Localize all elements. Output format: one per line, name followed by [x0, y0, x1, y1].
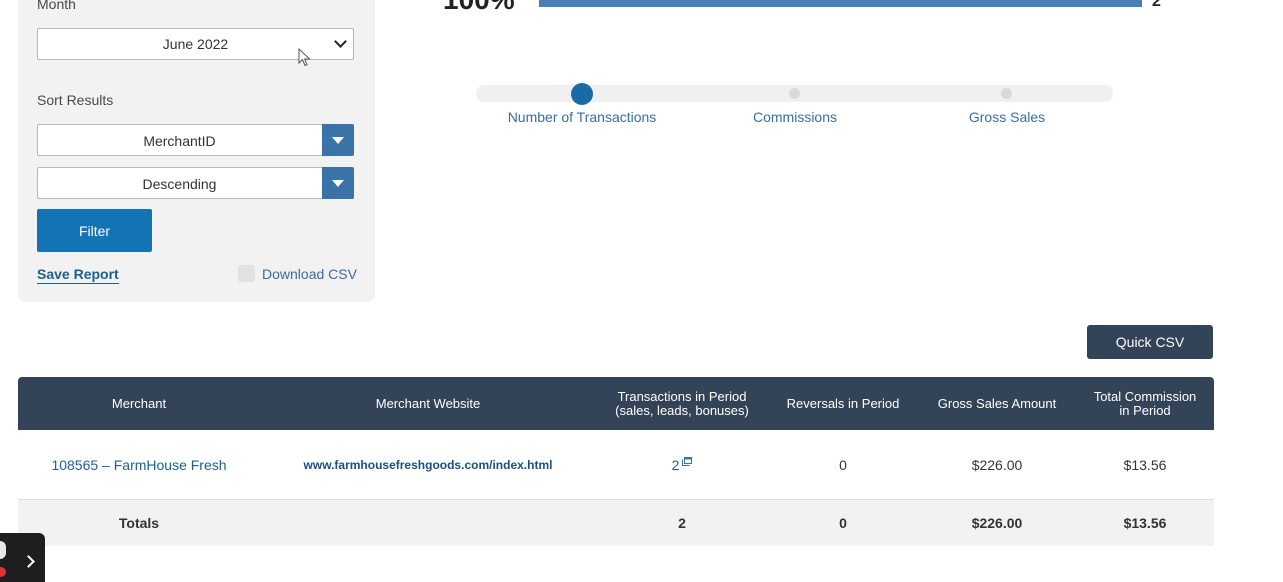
merchant-website-link[interactable]: www.farmhousefreshgoods.com/index.html	[304, 458, 553, 472]
slider-label-commissions[interactable]: Commissions	[695, 109, 895, 125]
col-header-commission[interactable]: Total Commission in Period	[1076, 377, 1214, 430]
notification-dot-icon	[0, 567, 6, 577]
sort-field-value: MerchantID	[143, 133, 216, 149]
sort-results-label: Sort Results	[37, 92, 114, 108]
merchant-report-table: Merchant Merchant Website Transactions i…	[18, 377, 1214, 546]
mouse-cursor-icon	[298, 48, 311, 67]
slider-stop-commissions[interactable]	[789, 88, 800, 99]
col-header-transactions-line1: Transactions in Period	[617, 388, 747, 404]
totals-reversals: 0	[839, 515, 847, 531]
open-window-icon[interactable]	[682, 457, 693, 466]
transactions-link[interactable]: 2	[672, 457, 680, 473]
col-header-transactions[interactable]: Transactions in Period (sales, leads, bon…	[596, 377, 768, 430]
totals-label: Totals	[118, 515, 160, 531]
col-header-reversals[interactable]: Reversals in Period	[768, 377, 918, 430]
summary-count: 2	[1152, 0, 1161, 10]
dropdown-arrow-icon[interactable]	[322, 124, 354, 156]
slider-stop-gross-sales[interactable]	[1001, 88, 1012, 99]
summary-percent: 100%	[443, 0, 515, 16]
col-header-commission-line1: Total Commission	[1093, 388, 1197, 404]
merchant-link[interactable]: 108565 – FarmHouse Fresh	[51, 457, 226, 473]
totals-row: Totals 2 0 $226.00 $13.56	[18, 500, 1214, 546]
totals-transactions: 2	[678, 515, 686, 531]
col-header-commission-line2: in Period	[1119, 402, 1171, 418]
sort-order-value: Descending	[142, 176, 217, 192]
side-widget-toggle[interactable]	[0, 533, 45, 582]
download-csv-label[interactable]: Download CSV	[262, 266, 357, 282]
dropdown-arrow-icon[interactable]	[322, 167, 354, 199]
commission-value: $13.56	[1123, 456, 1167, 473]
col-header-transactions-line2: (sales, leads, bonuses)	[615, 402, 749, 418]
totals-gross-sales: $226.00	[971, 515, 1023, 531]
table-header: Merchant Merchant Website Transactions i…	[18, 377, 1214, 430]
widget-avatar-icon	[0, 541, 6, 559]
month-select-value: June 2022	[162, 36, 229, 52]
reversals-value: 0	[839, 456, 847, 473]
slider-label-gross-sales[interactable]: Gross Sales	[907, 109, 1107, 125]
summary-progress-bar	[539, 0, 1142, 7]
chevron-right-icon[interactable]	[22, 555, 35, 568]
quick-csv-button[interactable]: Quick CSV	[1087, 325, 1213, 359]
download-csv-checkbox[interactable]	[238, 265, 255, 282]
filter-button[interactable]: Filter	[37, 209, 152, 252]
col-header-gross-sales[interactable]: Gross Sales Amount	[918, 377, 1076, 430]
col-header-website[interactable]: Merchant Website	[260, 377, 596, 430]
table-row: 108565 – FarmHouse Fresh www.farmhousefr…	[18, 430, 1214, 500]
sort-order-select[interactable]: Descending	[37, 167, 354, 199]
chevron-down-icon	[334, 35, 347, 48]
sort-field-select[interactable]: MerchantID	[37, 124, 354, 156]
save-report-link[interactable]: Save Report	[37, 266, 119, 284]
slider-label-transactions[interactable]: Number of Transactions	[482, 109, 682, 125]
totals-commission: $13.56	[1123, 515, 1167, 531]
col-header-merchant[interactable]: Merchant	[18, 377, 260, 430]
month-label: Month	[37, 0, 76, 12]
gross-sales-value: $226.00	[971, 456, 1023, 473]
slider-knob[interactable]	[571, 83, 593, 105]
